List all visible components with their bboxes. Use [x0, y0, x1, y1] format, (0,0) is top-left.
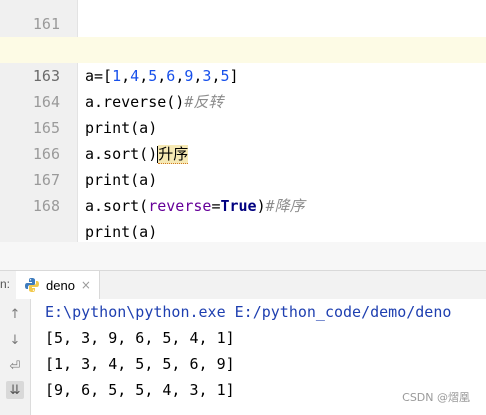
arrow-down-icon[interactable]: ↓: [6, 331, 24, 349]
console-output-line: [5, 3, 9, 6, 5, 4, 1]: [45, 329, 235, 347]
watermark: CSDN @熠凰: [402, 391, 470, 404]
run-tab-label: deno: [46, 277, 75, 293]
run-tab-deno[interactable]: deno ×: [16, 271, 100, 299]
arrow-up-icon[interactable]: ↑: [6, 305, 24, 323]
code-text[interactable]: a.sort(reverse=True)#降序: [85, 193, 305, 219]
editor-bottom-strip: [0, 242, 486, 270]
run-tool-window-bar: n: deno ×: [0, 270, 486, 300]
code-line-current[interactable]: 163 a.reverse()#反转: [0, 37, 486, 111]
run-console[interactable]: ↑ ↓ ⏎ ⇊ E:\python\python.exe E:/python_c…: [0, 299, 486, 415]
console-output-line: [9, 6, 5, 5, 4, 3, 1]: [45, 381, 235, 399]
code-editor[interactable]: 161 162 a=[1,4,5,6,9,3,5] 163 a.reverse(…: [0, 0, 486, 270]
keyword-argument: reverse: [148, 197, 212, 215]
soft-wrap-icon[interactable]: ⏎: [6, 357, 24, 375]
code-line: 161: [0, 0, 486, 33]
code-line[interactable]: 165 a.sort()升序: [0, 89, 486, 164]
console-output-line: [1, 3, 4, 5, 5, 6, 9]: [45, 355, 235, 373]
line-number: 168: [32, 197, 60, 215]
code-comment: #降序: [265, 197, 305, 215]
console-command-line: E:\python\python.exe E:/python_code/demo…: [45, 303, 452, 321]
code-line[interactable]: 167 a.sort(reverse=True)#降序: [0, 141, 486, 215]
python-icon: [25, 278, 39, 292]
keyword-literal: True: [220, 197, 257, 215]
console-toolbar: ↑ ↓ ⏎ ⇊: [0, 299, 31, 415]
code-line[interactable]: 166 print(a): [0, 115, 486, 189]
code-line[interactable]: 168 print(a): [0, 167, 486, 241]
close-icon[interactable]: ×: [81, 278, 91, 292]
scroll-to-end-icon[interactable]: ⇊: [6, 381, 24, 399]
code-line[interactable]: 162 a=[1,4,5,6,9,3,5]: [0, 11, 486, 85]
run-label: n:: [0, 277, 11, 291]
code-line[interactable]: 164 print(a): [0, 63, 486, 137]
